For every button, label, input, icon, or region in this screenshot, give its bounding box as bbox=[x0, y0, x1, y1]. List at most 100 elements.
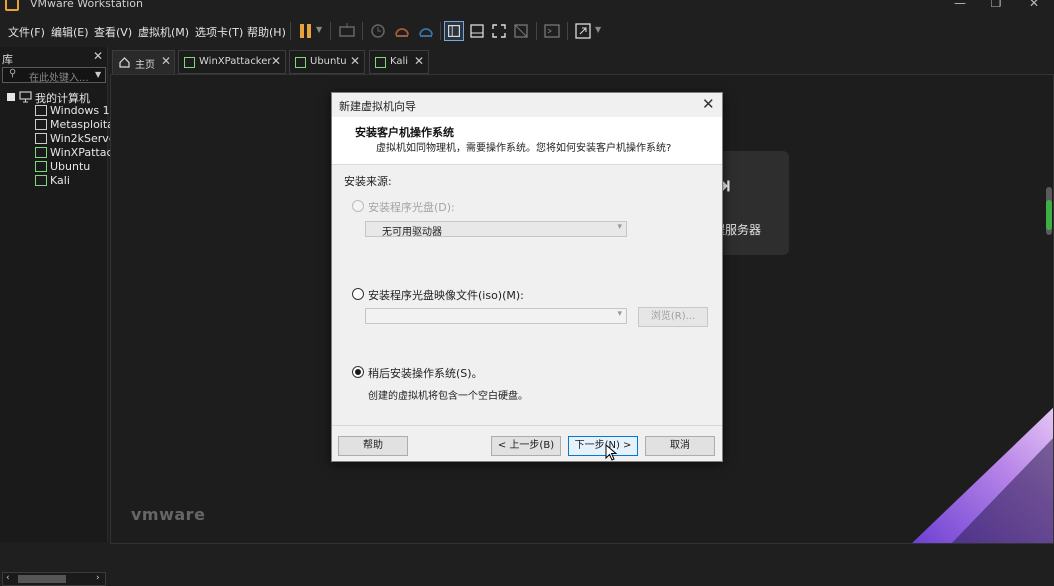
scroll-left-icon[interactable]: ‹ bbox=[6, 573, 10, 583]
disc-drive-value: 无可用驱动器 bbox=[382, 227, 442, 238]
vm-icon bbox=[184, 57, 195, 68]
radio-iso-file[interactable] bbox=[352, 288, 364, 300]
scrollbar-thumb[interactable] bbox=[18, 575, 66, 583]
library-panel: 库 ✕ ⚲ 在此处键入... ▼ 我的计算机 Windows 10 Metasp… bbox=[0, 47, 117, 586]
search-dropdown-icon[interactable]: ▼ bbox=[95, 70, 101, 79]
tree-vm-windows10[interactable]: Windows 10 bbox=[50, 104, 117, 117]
toolbar-separator bbox=[536, 22, 537, 40]
disc-drive-select[interactable]: 无可用驱动器 ▾ bbox=[365, 221, 627, 238]
library-search-input[interactable]: ⚲ 在此处键入... ▼ bbox=[2, 67, 106, 84]
library-close-icon[interactable]: ✕ bbox=[93, 49, 103, 63]
menu-file[interactable]: 文件(F) bbox=[8, 24, 45, 40]
help-button[interactable]: 帮助 bbox=[338, 436, 408, 456]
iso-file-label: 安装程序光盘映像文件(iso)(M): bbox=[368, 289, 524, 302]
radio-install-later[interactable] bbox=[352, 366, 364, 378]
toolbar-separator bbox=[567, 22, 568, 40]
menu-view[interactable]: 查看(V) bbox=[94, 24, 132, 40]
toolbar-separator bbox=[330, 22, 331, 40]
running-vm-icon bbox=[35, 147, 47, 158]
decorative-gradient-graphic bbox=[912, 407, 1053, 543]
connect-server-card[interactable]: ⇥ 程服务器 bbox=[709, 151, 789, 255]
vm-icon bbox=[35, 133, 47, 144]
unity-mode-icon[interactable] bbox=[511, 21, 531, 41]
console-icon[interactable] bbox=[542, 21, 562, 41]
pause-dropdown-icon[interactable]: ▼ bbox=[316, 25, 322, 34]
new-vm-wizard-dialog: 新建虚拟机向导 ✕ 安装客户机操作系统 虚拟机如同物理机，需要操作系统。您将如何… bbox=[331, 92, 723, 462]
tab-close-icon[interactable]: ✕ bbox=[161, 54, 171, 68]
stretch-dropdown-icon[interactable]: ▼ bbox=[595, 25, 601, 34]
menu-bar: 文件(F) 编辑(E) 查看(V) 虚拟机(M) 选项卡(T) 帮助(H) ▼ … bbox=[0, 14, 1054, 46]
install-source-label: 安装来源: bbox=[344, 175, 392, 188]
search-placeholder: 在此处键入... bbox=[29, 73, 89, 84]
dialog-header-title: 安装客户机操作系统 bbox=[355, 126, 454, 139]
tab-kali[interactable]: Kali ✕ bbox=[369, 50, 429, 74]
library-horizontal-scrollbar[interactable]: ‹ › bbox=[2, 572, 106, 586]
menu-edit[interactable]: 编辑(E) bbox=[51, 24, 89, 40]
computer-icon bbox=[19, 91, 32, 103]
collapse-icon[interactable] bbox=[7, 93, 15, 101]
tab-winxpattacker-label: WinXPattacker bbox=[199, 56, 272, 67]
tab-close-icon[interactable]: ✕ bbox=[414, 54, 424, 68]
minimize-button[interactable]: — bbox=[950, 0, 970, 12]
toolbar-separator bbox=[362, 22, 363, 40]
back-button[interactable]: < 上一步(B) bbox=[491, 436, 561, 456]
send-keys-icon[interactable] bbox=[337, 21, 357, 41]
dialog-footer-divider bbox=[332, 425, 722, 426]
toolbar-separator bbox=[440, 22, 441, 40]
thumbnail-bar-icon[interactable] bbox=[467, 21, 487, 41]
revert-snapshot-icon[interactable] bbox=[392, 21, 412, 41]
dialog-header-subtitle: 虚拟机如同物理机，需要操作系统。您将如何安装客户机操作系统? bbox=[376, 143, 672, 154]
tab-strip: 主页 ✕ WinXPattacker ✕ Ubuntu ✕ Kali ✕ bbox=[110, 50, 1054, 74]
stretch-view-icon[interactable] bbox=[573, 21, 593, 41]
close-window-button[interactable]: ✕ bbox=[1024, 0, 1044, 12]
show-library-icon[interactable] bbox=[444, 21, 464, 41]
tab-kali-label: Kali bbox=[390, 56, 409, 67]
maximize-button[interactable]: ❐ bbox=[986, 0, 1006, 12]
snapshot-manager-icon[interactable] bbox=[416, 21, 436, 41]
menu-vm[interactable]: 虚拟机(M) bbox=[138, 24, 189, 40]
running-vm-icon bbox=[35, 175, 47, 186]
tree-vm-kali[interactable]: Kali bbox=[50, 174, 70, 187]
dialog-header: 安装客户机操作系统 虚拟机如同物理机，需要操作系统。您将如何安装客户机操作系统? bbox=[332, 117, 722, 165]
tree-vm-ubuntu[interactable]: Ubuntu bbox=[50, 160, 90, 173]
vm-icon bbox=[295, 57, 306, 68]
home-icon bbox=[119, 57, 130, 68]
iso-path-select[interactable]: ▾ bbox=[365, 308, 627, 324]
toolbar-separator bbox=[290, 22, 291, 40]
chevron-down-icon: ▾ bbox=[617, 309, 622, 319]
pause-icon[interactable] bbox=[296, 21, 316, 41]
vm-icon bbox=[35, 105, 47, 116]
tree-vm-metasploitable[interactable]: Metasploita bbox=[50, 118, 114, 131]
menu-tabs[interactable]: 选项卡(T) bbox=[195, 24, 243, 40]
dialog-close-icon[interactable]: ✕ bbox=[702, 95, 715, 113]
scroll-position-marker bbox=[1046, 200, 1052, 230]
vmware-logo: vmware bbox=[131, 505, 206, 524]
vmware-app-icon bbox=[5, 0, 19, 11]
tab-close-icon[interactable]: ✕ bbox=[350, 54, 360, 68]
tree-vm-winxpattacker[interactable]: WinXPattac bbox=[50, 146, 113, 159]
tree-vm-win2kserver[interactable]: Win2kServe bbox=[50, 132, 116, 145]
scroll-right-icon[interactable]: › bbox=[96, 573, 100, 583]
dialog-title: 新建虚拟机向导 bbox=[339, 100, 416, 113]
radio-install-disc[interactable] bbox=[352, 200, 364, 212]
tab-home[interactable]: 主页 ✕ bbox=[112, 50, 175, 74]
dialog-title-bar: 新建虚拟机向导 ✕ bbox=[332, 93, 722, 117]
library-title: 库 bbox=[2, 53, 13, 66]
install-disc-label: 安装程序光盘(D): bbox=[368, 201, 455, 214]
vm-icon bbox=[375, 57, 386, 68]
title-bar: VMware Workstation — ❐ ✕ bbox=[0, 0, 1054, 14]
next-button[interactable]: 下一步(N) > bbox=[568, 436, 638, 456]
menu-help[interactable]: 帮助(H) bbox=[247, 24, 286, 40]
full-screen-icon[interactable] bbox=[489, 21, 509, 41]
snapshot-icon[interactable] bbox=[368, 21, 388, 41]
tab-winxpattacker[interactable]: WinXPattacker ✕ bbox=[178, 50, 286, 74]
tab-close-icon[interactable]: ✕ bbox=[271, 54, 281, 68]
install-later-note: 创建的虚拟机将包含一个空白硬盘。 bbox=[368, 391, 528, 402]
window-title: VMware Workstation bbox=[30, 0, 144, 10]
mouse-cursor-icon bbox=[605, 444, 618, 461]
tab-ubuntu[interactable]: Ubuntu ✕ bbox=[289, 50, 365, 74]
running-vm-icon bbox=[35, 161, 47, 172]
browse-button[interactable]: 浏览(R)... bbox=[638, 307, 708, 327]
cancel-button[interactable]: 取消 bbox=[645, 436, 715, 456]
tab-ubuntu-label: Ubuntu bbox=[310, 56, 347, 67]
